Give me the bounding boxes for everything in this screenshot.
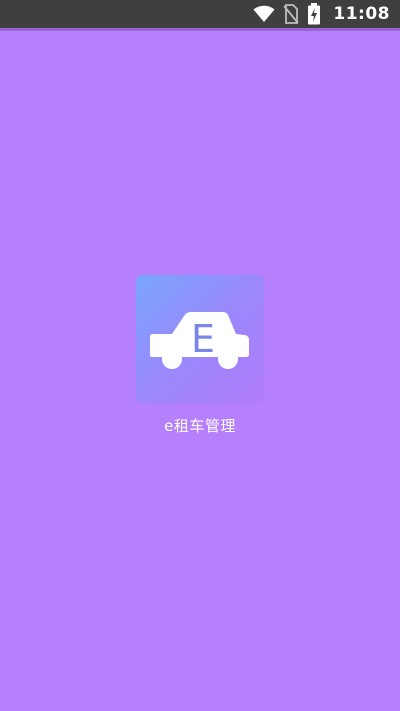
logo-letter: E [191, 317, 215, 361]
app-logo: E [136, 275, 264, 403]
car-icon: E [150, 312, 249, 369]
splash-screen: E e租车管理 [0, 0, 400, 711]
app-name: e租车管理 [164, 417, 236, 435]
